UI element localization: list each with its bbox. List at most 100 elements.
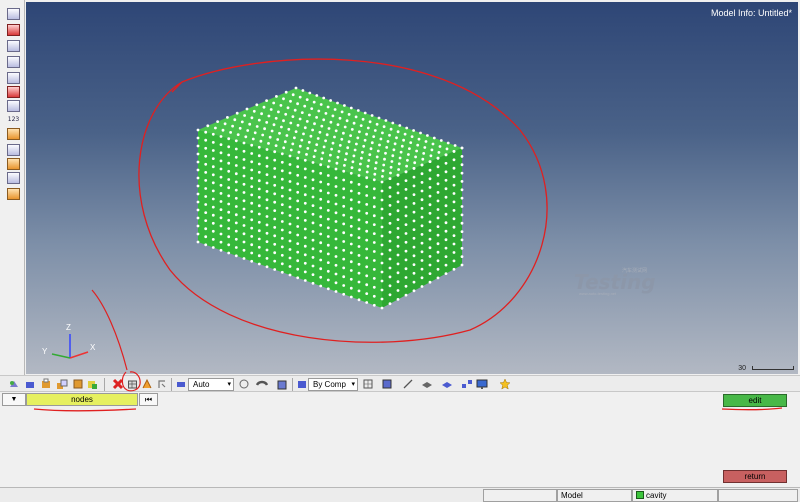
mesh-node [334, 167, 338, 171]
mesh-node [351, 160, 355, 164]
spin-icon[interactable] [175, 378, 187, 390]
display-icon[interactable] [7, 8, 20, 20]
mesh-node [257, 237, 261, 241]
mesh-node [257, 162, 261, 166]
edges-icon[interactable] [141, 378, 153, 390]
select-icon[interactable] [7, 172, 20, 184]
highlight-icon[interactable] [7, 188, 20, 200]
reverse-icon[interactable] [7, 86, 20, 98]
reset-selection-button[interactable]: ⏮ [139, 393, 158, 406]
ring-icon[interactable] [7, 100, 20, 112]
mesh-node [303, 253, 307, 257]
mesh-node [322, 118, 326, 122]
mesh-node [282, 146, 286, 150]
mesh-node [342, 196, 346, 199]
label-icon[interactable] [7, 158, 20, 170]
element-icon[interactable] [40, 378, 52, 390]
transparent-icon[interactable] [72, 378, 84, 390]
mesh-node [273, 259, 277, 263]
mesh-node [365, 203, 369, 206]
entity-type-dropdown[interactable]: ▼ [2, 393, 26, 406]
lasso-icon[interactable] [238, 378, 250, 390]
mesh-display-icon[interactable] [127, 378, 139, 390]
surface-icon[interactable] [421, 378, 433, 390]
line-icon[interactable] [402, 378, 414, 390]
color-mode-select[interactable]: By Comp ▾ [308, 378, 358, 391]
mesh-node [412, 289, 416, 293]
mesh-node [211, 189, 215, 193]
status-component[interactable]: cavity [632, 489, 718, 502]
scale-bar [752, 366, 794, 370]
connectors-icon[interactable] [461, 378, 473, 390]
mesh-node [384, 151, 387, 155]
favorite-star-icon[interactable] [499, 378, 511, 390]
mask-icon[interactable] [7, 40, 20, 52]
mesh-node [211, 132, 215, 136]
wireframe-icon[interactable] [362, 378, 374, 390]
mesh-node [234, 213, 238, 217]
mesh-node [372, 277, 376, 280]
mesh-node [260, 112, 263, 116]
mesh-node [242, 182, 246, 186]
mesh-node [250, 143, 254, 147]
free-edges-icon[interactable] [156, 378, 168, 390]
component-icon[interactable] [7, 72, 20, 84]
mesh-node [444, 204, 448, 208]
axis-x-label: X [90, 343, 96, 352]
mesh-node [322, 96, 326, 100]
mesh-node [408, 147, 411, 151]
mesh-node [291, 115, 295, 118]
mesh-node [331, 141, 335, 145]
auto-select[interactable]: Auto ▾ [188, 378, 234, 391]
ghost-icon[interactable] [86, 378, 98, 390]
mesh-node [326, 235, 330, 238]
mesh-node [311, 178, 315, 182]
mesh-node [342, 187, 346, 191]
mesh-node [267, 114, 271, 118]
find-icon[interactable] [7, 56, 20, 68]
mesh-node [252, 109, 256, 113]
solid-display-icon[interactable] [441, 378, 453, 390]
mesh-node [311, 273, 315, 276]
mesh-node [204, 195, 208, 198]
mesh-node [311, 169, 315, 173]
graphics-viewport[interactable]: Model Info: Untitled* 汽车测试网 Testing www.… [26, 2, 798, 374]
mesh-node [219, 248, 223, 252]
mesh-node [436, 267, 440, 271]
component-view-icon[interactable] [56, 378, 68, 390]
mesh-node [242, 248, 246, 252]
mesh-node [396, 289, 400, 292]
mesh-node [412, 236, 416, 240]
edit-button[interactable]: edit [723, 394, 787, 407]
cube-icon[interactable] [276, 378, 288, 390]
mesh-node [378, 143, 381, 147]
shaded-elements-icon[interactable] [381, 378, 393, 390]
mesh-node [296, 182, 300, 186]
mesh-node [404, 293, 408, 297]
mesh-node [291, 93, 295, 97]
mesh-node [227, 202, 231, 206]
monitor-icon[interactable] [476, 378, 488, 390]
text-icon[interactable] [7, 144, 20, 156]
mesh-node [346, 146, 350, 150]
mesh-node [396, 253, 400, 257]
numbers-icon[interactable]: 123 [7, 114, 20, 126]
mesh-node [280, 211, 284, 215]
mesh-node [296, 233, 300, 237]
color-mode-icon[interactable] [296, 378, 308, 390]
entity-selector-nodes[interactable]: nodes [26, 393, 138, 406]
mesh-node [227, 243, 231, 247]
mesh-node [396, 271, 400, 275]
delete-icon[interactable] [112, 378, 124, 390]
mesh-node [221, 128, 225, 132]
return-button[interactable]: return [723, 470, 787, 483]
mesh-node [404, 232, 408, 235]
left-toolbar: 123 [0, 0, 25, 375]
shell-icon[interactable] [24, 378, 36, 390]
mesh-node [357, 262, 361, 266]
shaded-icon[interactable] [256, 378, 268, 390]
solid-icon[interactable] [8, 378, 20, 390]
toggle-icon[interactable] [7, 24, 20, 36]
measure-icon[interactable] [7, 128, 20, 140]
mesh-node [380, 207, 384, 211]
